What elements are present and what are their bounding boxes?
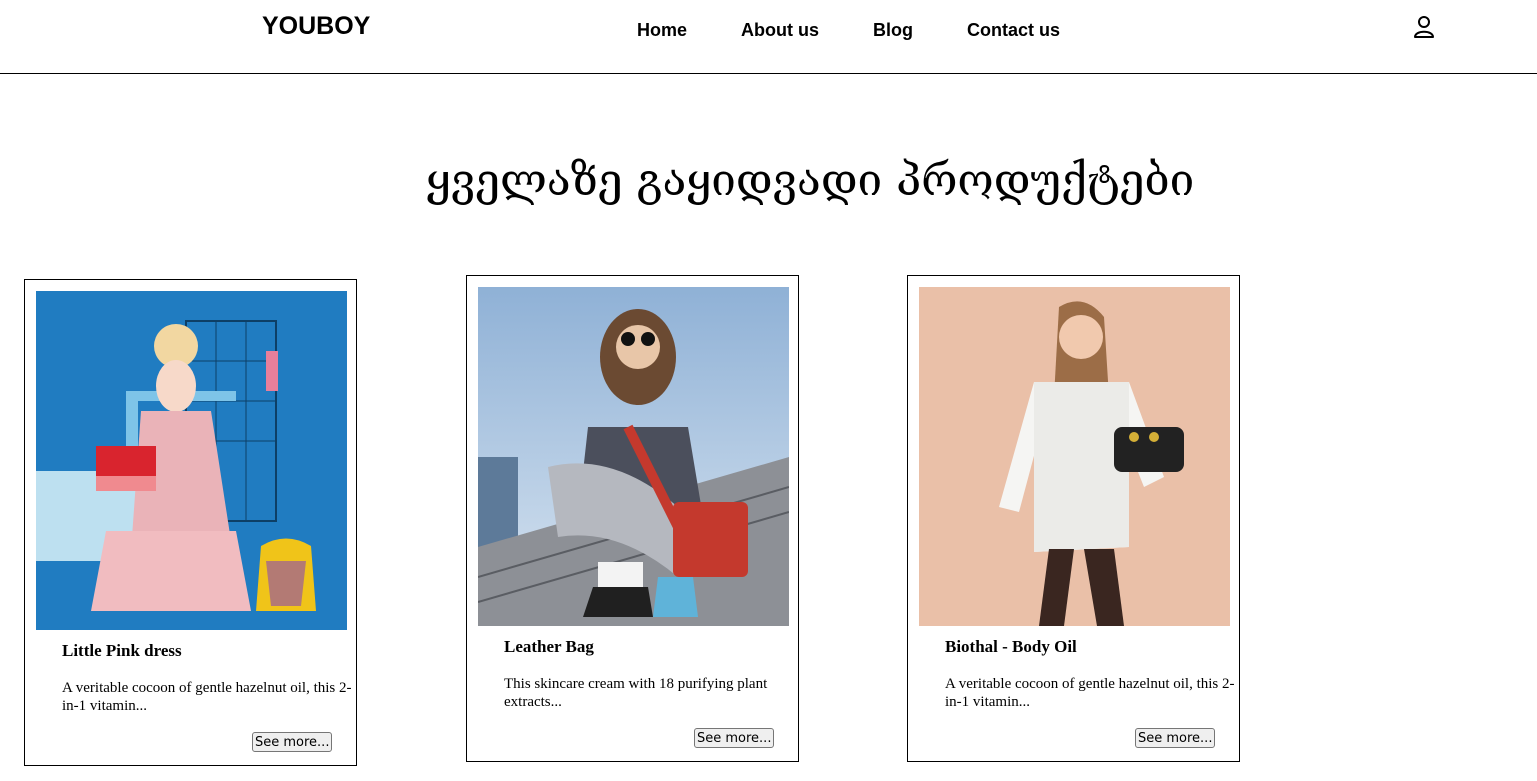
product-card: Biothal - Body Oil A veritable cocoon of… bbox=[907, 275, 1240, 762]
product-name: Biothal - Body Oil bbox=[945, 637, 1077, 656]
product-description: A veritable cocoon of gentle hazelnut oi… bbox=[62, 680, 352, 714]
product-name: Leather Bag bbox=[504, 637, 594, 656]
product-name: Little Pink dress bbox=[62, 641, 182, 660]
nav-contact-us[interactable]: Contact us bbox=[967, 20, 1060, 41]
see-more-button[interactable]: See more... bbox=[252, 732, 333, 752]
main-nav: Home About us Blog Contact us bbox=[637, 20, 1060, 41]
page-title: ყველაზე გაყიდვადი პროდუქტები bbox=[425, 155, 1195, 206]
site-logo[interactable]: YOUBOY bbox=[262, 12, 370, 41]
product-image[interactable] bbox=[919, 287, 1230, 626]
product-description: A veritable cocoon of gentle hazelnut oi… bbox=[945, 676, 1235, 710]
see-more-button[interactable]: See more... bbox=[1135, 728, 1216, 748]
user-icon[interactable] bbox=[1413, 15, 1435, 39]
see-more-button[interactable]: See more... bbox=[694, 728, 775, 748]
nav-about-us[interactable]: About us bbox=[741, 20, 819, 41]
nav-home[interactable]: Home bbox=[637, 20, 687, 41]
product-card: Little Pink dress A veritable cocoon of … bbox=[24, 279, 357, 766]
site-header: YOUBOY Home About us Blog Contact us bbox=[0, 0, 1537, 74]
product-image[interactable] bbox=[478, 287, 789, 626]
product-card: Leather Bag This skincare cream with 18 … bbox=[466, 275, 799, 762]
product-image[interactable] bbox=[36, 291, 347, 630]
product-description: This skincare cream with 18 purifying pl… bbox=[504, 676, 768, 710]
nav-blog[interactable]: Blog bbox=[873, 20, 913, 41]
